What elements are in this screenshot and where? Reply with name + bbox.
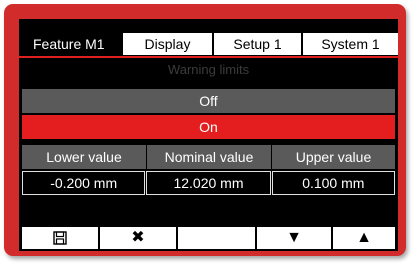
- header-upper-value: Upper value: [271, 145, 395, 169]
- nominal-value-field[interactable]: 12.020 mm: [146, 171, 271, 195]
- upper-value-field[interactable]: 0.100 mm: [271, 171, 395, 195]
- limits-header-row: Lower value Nominal value Upper value: [22, 145, 395, 169]
- header-nominal-value: Nominal value: [146, 145, 271, 169]
- down-button[interactable]: ▼: [255, 227, 331, 249]
- tab-setup-1[interactable]: Setup 1: [212, 33, 301, 55]
- arrow-down-icon: ▼: [286, 229, 302, 246]
- lower-value-field[interactable]: -0.200 mm: [22, 171, 146, 195]
- blank-button[interactable]: [176, 227, 255, 249]
- arrow-up-icon: ▲: [356, 229, 372, 246]
- limits-value-row: -0.200 mm 12.020 mm 0.100 mm: [22, 171, 395, 195]
- device-frame: Feature M1 Display Setup 1 System 1 Warn…: [4, 4, 406, 256]
- cancel-button[interactable]: ✖: [98, 227, 176, 249]
- tab-bar: Feature M1 Display Setup 1 System 1: [19, 33, 398, 55]
- up-button[interactable]: ▲: [331, 227, 395, 249]
- tab-system-1[interactable]: System 1: [301, 33, 398, 55]
- close-icon: ✖: [131, 229, 145, 246]
- option-on[interactable]: On: [22, 115, 395, 139]
- tab-display[interactable]: Display: [121, 33, 212, 55]
- tab-underline: [19, 56, 398, 58]
- option-off[interactable]: Off: [22, 89, 395, 113]
- save-icon: [53, 231, 67, 245]
- section-title: Warning limits: [167, 62, 250, 77]
- display-screen: Feature M1 Display Setup 1 System 1 Warn…: [19, 19, 398, 251]
- bottom-button-bar: ✖ ▼ ▲: [22, 227, 395, 249]
- tab-feature-m1[interactable]: Feature M1: [19, 33, 121, 55]
- header-lower-value: Lower value: [22, 145, 146, 169]
- save-button[interactable]: [22, 227, 98, 249]
